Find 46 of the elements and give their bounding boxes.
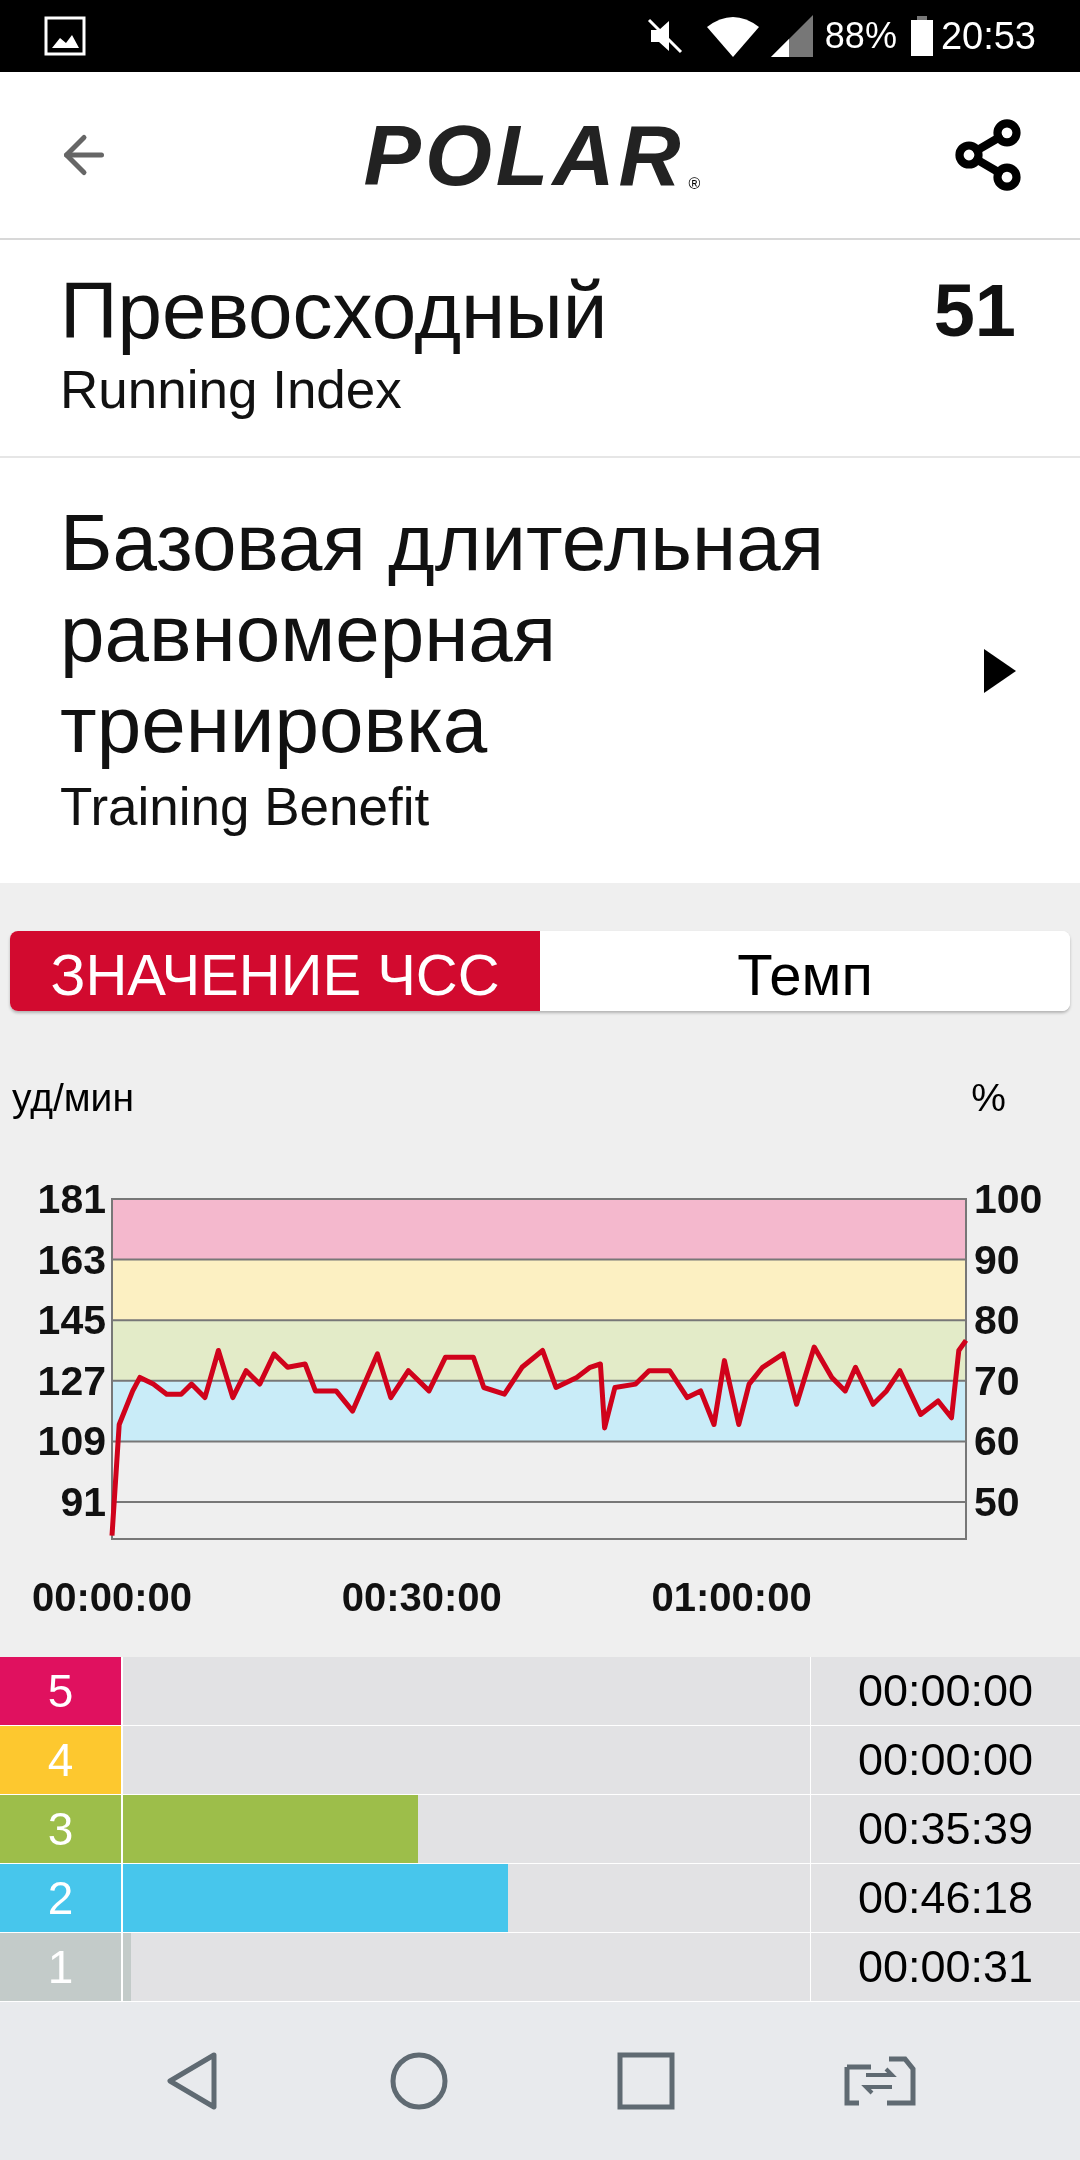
zone-number: 2 <box>0 1864 123 1932</box>
running-index-label: Running Index <box>60 359 403 421</box>
y-tick-label: 127 <box>37 1357 106 1404</box>
training-benefit-label: Training Benefit <box>60 776 431 838</box>
y-tick-label: 91 <box>60 1478 106 1525</box>
zone-time: 00:35:39 <box>810 1795 1080 1863</box>
percent-tick-label: 60 <box>974 1418 1020 1465</box>
wifi-icon <box>706 15 759 57</box>
percent-tick-label: 100 <box>974 1176 1043 1222</box>
axis-unit: уд/мин <box>12 1074 134 1121</box>
battery-percent: 88% <box>824 14 897 58</box>
clock: 20:53 <box>940 13 1036 59</box>
signal-icon <box>770 15 813 57</box>
image-icon <box>44 16 86 56</box>
zone-time: 00:00:00 <box>810 1657 1080 1725</box>
zone-number: 4 <box>0 1726 123 1794</box>
zone-time: 00:00:31 <box>810 1933 1080 2001</box>
tab[interactable]: ЗНАЧЕНИЕ ЧСС <box>10 931 540 1011</box>
running-index-value: 51 <box>933 268 1016 354</box>
percent-tick-label: 70 <box>974 1357 1020 1404</box>
percent-tick-label: 80 <box>974 1297 1020 1344</box>
y-tick-label: 109 <box>37 1418 106 1465</box>
y-tick-label: 181 <box>37 1176 106 1222</box>
percent-tick-label: 50 <box>974 1478 1020 1525</box>
zone-number: 3 <box>0 1795 123 1863</box>
x-tick-label: 01:00:00 <box>651 1575 812 1619</box>
recents-nav-icon[interactable] <box>617 2052 676 2110</box>
axis-unit: % <box>971 1074 1006 1121</box>
registered-mark: ® <box>688 174 701 194</box>
x-tick-label: 00:00:00 <box>31 1575 193 1619</box>
y-tick-label: 163 <box>37 1236 106 1283</box>
home-nav-icon[interactable] <box>388 2051 449 2111</box>
battery-icon <box>910 16 933 56</box>
percent-tick-label: 90 <box>974 1236 1020 1283</box>
y-tick-label: 145 <box>37 1297 106 1344</box>
zone-time: 00:46:18 <box>810 1864 1080 1932</box>
running-index-rating: Превосходный <box>60 265 609 357</box>
x-tick-label: 00:30:00 <box>341 1575 502 1619</box>
zone-number: 1 <box>0 1933 123 2001</box>
brand-logo: POLAR <box>363 112 685 198</box>
play-arrow-icon[interactable] <box>984 648 1016 693</box>
zone-number: 5 <box>0 1657 123 1725</box>
switch-app-icon[interactable] <box>843 2055 916 2107</box>
zone-time: 00:00:00 <box>810 1726 1080 1794</box>
training-benefit-title: Базовая длительная равномерная тренировка <box>60 497 825 770</box>
tab[interactable]: Темп <box>540 931 1070 1011</box>
